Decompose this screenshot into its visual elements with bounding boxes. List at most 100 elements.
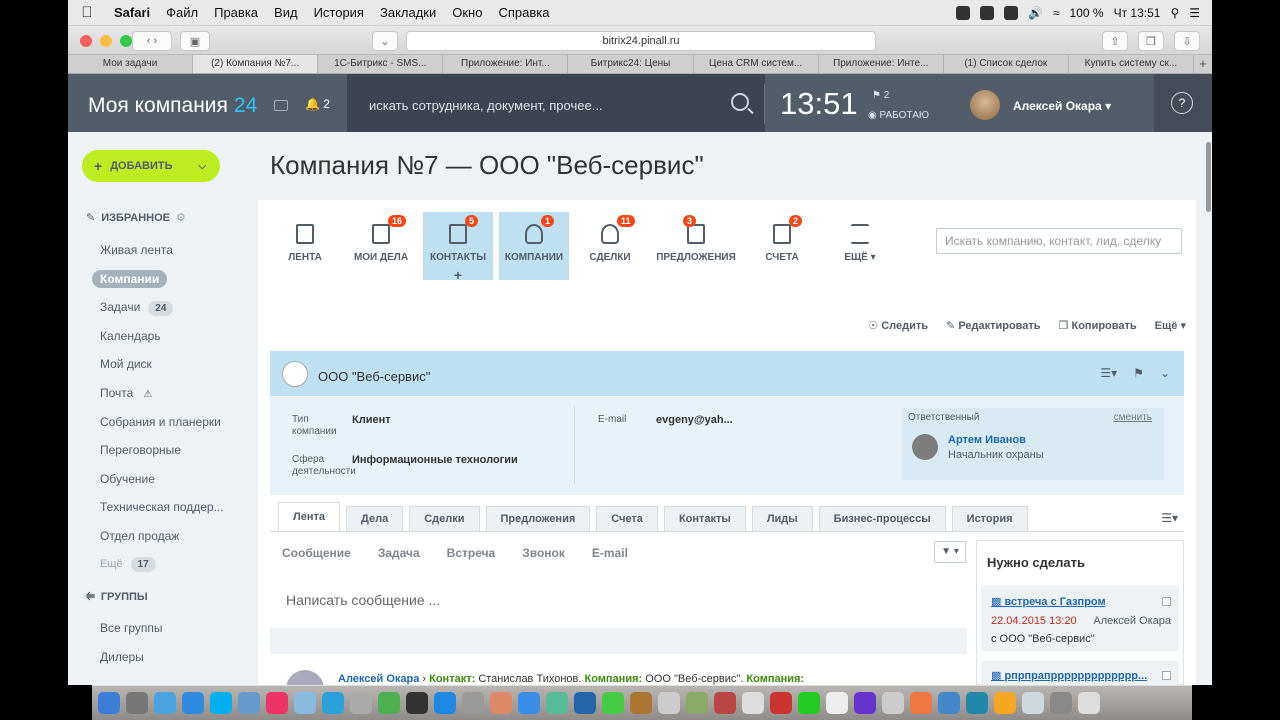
browser-tab[interactable]: (1) Список сделок — [944, 55, 1069, 73]
sidebar-item-mail[interactable]: Почта ⚠ — [100, 386, 152, 400]
app-icon[interactable] — [826, 692, 848, 714]
skype-icon[interactable] — [210, 692, 232, 714]
app-icon[interactable] — [630, 692, 652, 714]
search-icon[interactable] — [731, 93, 749, 111]
notifications-button[interactable]: 🔔 2 — [305, 97, 330, 111]
tab-contacts[interactable]: Контакты — [663, 506, 746, 532]
sidebar-item-calendar[interactable]: Календарь — [100, 329, 161, 343]
sidebar-item-dealers[interactable]: Дилеры — [100, 650, 144, 664]
browser-tab[interactable]: Приложение: Инт... — [443, 55, 569, 73]
list-settings-icon[interactable]: ☰▾ — [1100, 366, 1117, 380]
clock-widget[interactable]: 13:51 — [780, 86, 858, 122]
app-icon[interactable] — [910, 692, 932, 714]
crm-nav-more[interactable]: ЕЩЁ ▾ — [825, 212, 895, 280]
crm-nav-deals[interactable]: 11 СДЕЛКИ — [575, 212, 645, 280]
help-button[interactable]: ? — [1154, 74, 1212, 132]
tab-feed[interactable]: Лента — [278, 502, 340, 532]
gear-icon[interactable]: ⚙ — [176, 211, 186, 224]
chrome-icon[interactable] — [378, 692, 400, 714]
app-icon[interactable] — [602, 692, 624, 714]
add-contact-icon[interactable]: + — [423, 267, 493, 283]
sidebar-item-live-feed[interactable]: Живая лента — [100, 243, 173, 257]
feed-type-call[interactable]: Звонок — [522, 546, 565, 560]
post-company[interactable]: ООО "Веб-сервис". — [645, 673, 743, 685]
menu-history[interactable]: История — [306, 5, 372, 20]
crm-nav-quotes[interactable]: 3 ПРЕДЛОЖЕНИЯ — [651, 212, 741, 280]
page-scrollbar[interactable] — [1205, 132, 1212, 685]
tab-history[interactable]: История — [951, 506, 1028, 532]
crm-nav-invoices[interactable]: 2 СЧЕТА — [747, 212, 817, 280]
browser-tab-active[interactable]: (2) Компания №7... — [193, 55, 319, 73]
app-icon[interactable] — [938, 692, 960, 714]
portal-logo[interactable]: Моя компания 24 — [88, 94, 257, 118]
chat-icon[interactable] — [274, 100, 288, 111]
new-tab-button[interactable]: + — [1194, 55, 1212, 73]
tab-bizproc[interactable]: Бизнес-процессы — [818, 506, 946, 532]
edit-button[interactable]: ✎ Редактировать — [946, 319, 1041, 332]
tab-leads[interactable]: Лиды — [751, 506, 813, 532]
menu-help[interactable]: Справка — [490, 5, 557, 20]
status-icon[interactable] — [980, 5, 994, 20]
sidebar-item-meetings[interactable]: Собрания и планерки — [100, 415, 221, 429]
sidebar-item-rooms[interactable]: Переговорные — [100, 443, 181, 457]
menu-bookmarks[interactable]: Закладки — [372, 5, 444, 20]
app-icon[interactable] — [1022, 692, 1044, 714]
close-window-button[interactable] — [80, 35, 92, 47]
volume-icon[interactable]: 🔊 — [1028, 6, 1043, 20]
tab-quotes[interactable]: Предложения — [485, 506, 591, 532]
app-icon[interactable] — [770, 692, 792, 714]
trash-icon[interactable] — [1078, 692, 1100, 714]
global-search[interactable]: искать сотрудника, документ, прочее... — [347, 74, 765, 132]
avatar[interactable] — [970, 90, 1000, 120]
app-icon[interactable] — [798, 692, 820, 714]
clock[interactable]: Чт 13:51 — [1114, 6, 1161, 20]
sidebar-item-learning[interactable]: Обучение — [100, 472, 155, 486]
menu-window[interactable]: Окно — [444, 5, 490, 20]
share-icon[interactable]: ⇧ — [1102, 31, 1128, 51]
post-author[interactable]: Алексей Окара — [338, 673, 419, 685]
app-icon[interactable] — [966, 692, 988, 714]
todo-checkbox[interactable] — [1162, 597, 1171, 606]
download-icon[interactable]: ⇩ — [1174, 31, 1200, 51]
work-status[interactable]: ◉ РАБОТАЮ — [868, 110, 929, 121]
browser-tab[interactable]: Приложение: Инте... — [819, 55, 944, 73]
finder-icon[interactable] — [98, 692, 120, 714]
minimize-window-button[interactable] — [100, 35, 112, 47]
feed-type-email[interactable]: E-mail — [592, 546, 628, 560]
apple-icon[interactable]:  — [68, 4, 106, 21]
tab-invoices[interactable]: Счета — [596, 506, 658, 532]
calendar-icon[interactable] — [742, 692, 764, 714]
more-actions-button[interactable]: Ещё ▾ — [1155, 319, 1186, 332]
groups-header[interactable]: ⥢ ГРУППЫ — [86, 590, 148, 603]
sidebar-item-more[interactable]: Ещё 17 — [100, 557, 156, 572]
back-forward-buttons[interactable]: ‹ › — [132, 31, 172, 51]
copy-button[interactable]: ❐ Копировать — [1059, 319, 1137, 332]
search-icon[interactable]: ⚲ — [1170, 6, 1179, 20]
crm-nav-feed[interactable]: ЛЕНТА — [270, 212, 340, 280]
battery-text[interactable]: 100 % — [1070, 6, 1104, 20]
url-bar[interactable]: bitrix24.pinall.ru — [406, 31, 876, 51]
zoom-window-button[interactable] — [120, 35, 132, 47]
tabs-menu-icon[interactable]: ☰▾ — [1161, 511, 1178, 525]
bitrix24-icon[interactable] — [154, 692, 176, 714]
app-icon[interactable] — [1050, 692, 1072, 714]
app-icon[interactable] — [658, 692, 680, 714]
flag-count[interactable]: ⚑ 2 — [872, 90, 889, 101]
todo-checkbox[interactable] — [1162, 671, 1171, 680]
scrollbar-thumb[interactable] — [1206, 142, 1211, 212]
todo-item-title[interactable]: ▩ рпрпрапррррррррррррр... — [991, 669, 1147, 682]
app-icon[interactable] — [462, 692, 484, 714]
favorites-header[interactable]: ✎ ИЗБРАННОЕ ⚙ — [86, 211, 186, 225]
app-icon[interactable] — [574, 692, 596, 714]
follow-button[interactable]: ☉ Следить — [868, 319, 928, 332]
app-icon[interactable] — [518, 692, 540, 714]
tab-activities[interactable]: Дела — [346, 506, 404, 532]
todo-item-title[interactable]: ▩ встреча с Газпром — [991, 595, 1106, 608]
menu-view[interactable]: Вид — [266, 5, 306, 20]
user-menu[interactable]: Алексей Окара ▾ — [1013, 99, 1111, 113]
messages-icon[interactable] — [238, 692, 260, 714]
app-icon[interactable] — [994, 692, 1016, 714]
app-icon[interactable] — [686, 692, 708, 714]
browser-tab[interactable]: Цена CRM систем... — [694, 55, 819, 73]
browser-tab[interactable]: Купить систему ск... — [1069, 55, 1194, 73]
